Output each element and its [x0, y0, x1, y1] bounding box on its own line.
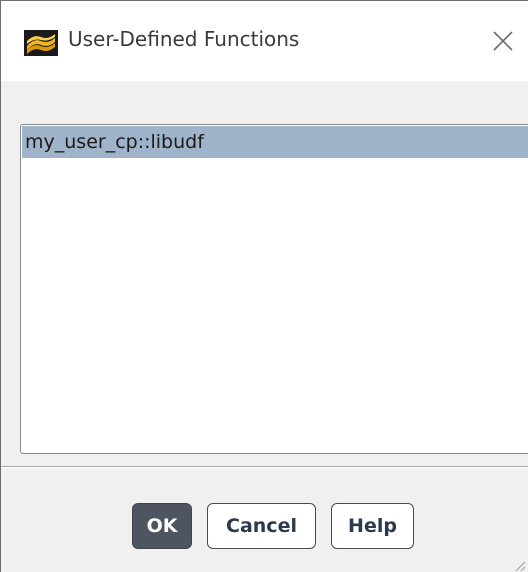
cancel-button[interactable]: Cancel — [207, 503, 316, 549]
close-icon[interactable] — [491, 29, 515, 53]
list-item[interactable]: my_user_cp::libudf — [22, 126, 528, 158]
udf-dialog: User-Defined Functions my_user_cp::libud… — [0, 0, 528, 572]
ok-button[interactable]: OK — [132, 503, 192, 549]
resize-grip-icon[interactable] — [512, 557, 526, 572]
help-button[interactable]: Help — [331, 503, 414, 549]
udf-listbox[interactable]: my_user_cp::libudf — [20, 124, 528, 454]
window-title: User-Defined Functions — [68, 27, 300, 51]
dialog-body: my_user_cp::libudf OK Cancel Help — [1, 81, 528, 572]
separator — [1, 466, 528, 468]
fluent-app-icon — [24, 30, 58, 56]
title-bar: User-Defined Functions — [1, 1, 528, 81]
